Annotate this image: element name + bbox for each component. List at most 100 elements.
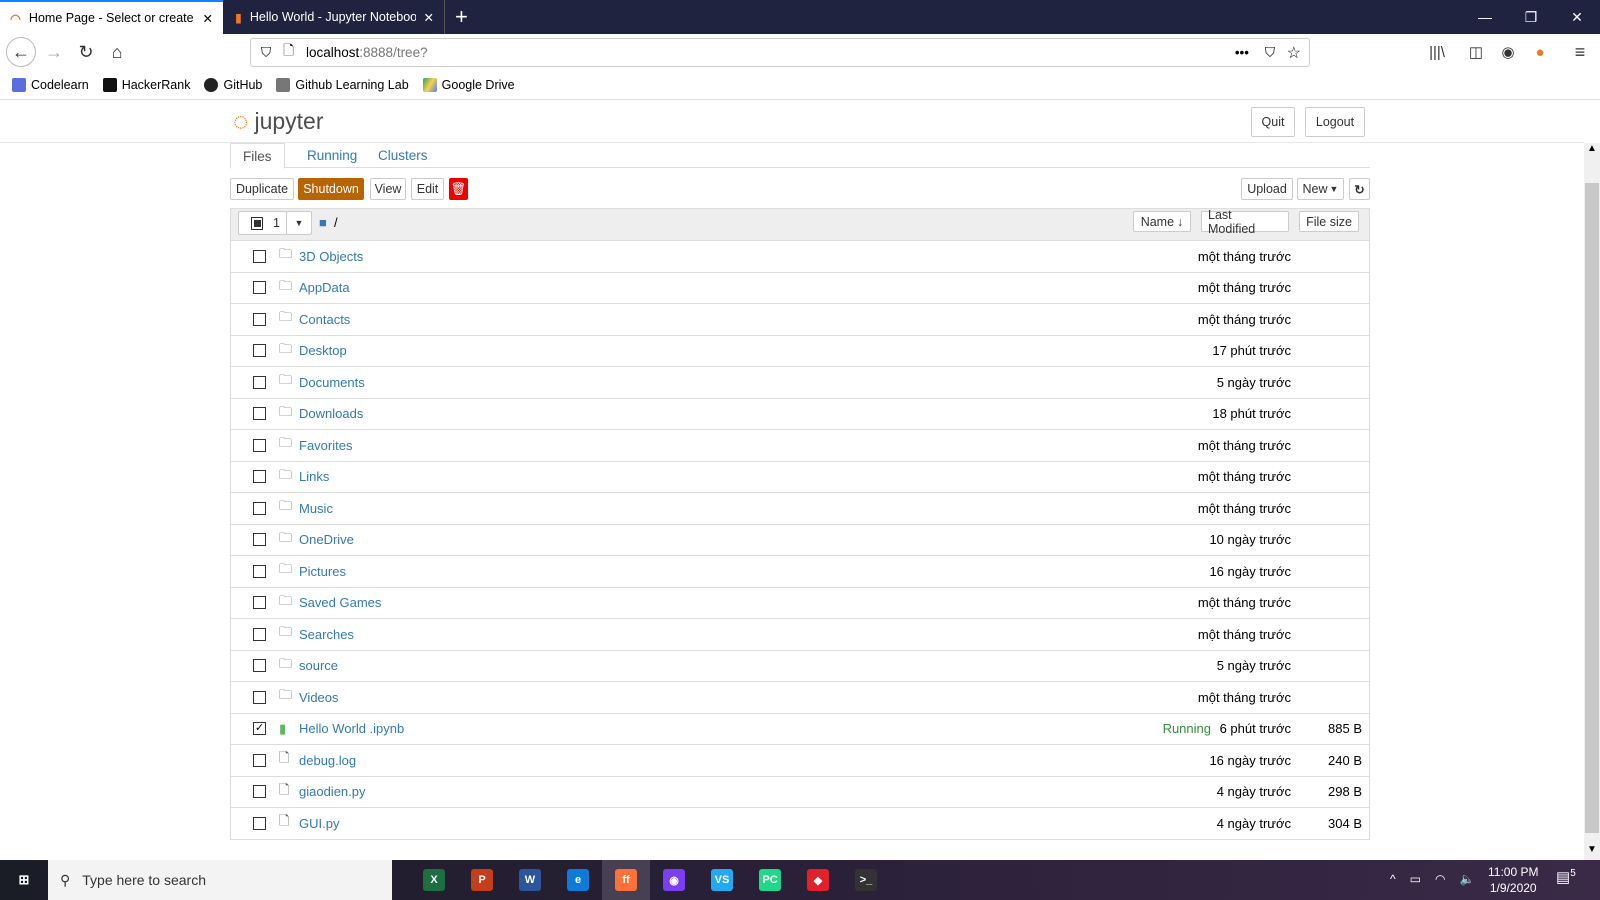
row-checkbox[interactable]: [253, 627, 266, 641]
powerpoint-taskbar-icon[interactable]: P: [458, 860, 506, 900]
extension-icon[interactable]: ●: [1526, 38, 1554, 66]
close-tab-icon[interactable]: ✕: [424, 10, 434, 25]
delete-trash-button[interactable]: 🗑: [449, 178, 468, 200]
file-name-link[interactable]: debug.log: [299, 753, 356, 768]
file-row[interactable]: 🗀 Documents 5 ngày trước: [230, 367, 1370, 399]
bookmark-codelearn[interactable]: Codelearn: [12, 77, 89, 92]
file-row[interactable]: 🗀 Downloads 18 phút trước: [230, 398, 1370, 431]
quit-button[interactable]: Quit: [1251, 107, 1295, 137]
bookmark-github[interactable]: GitHub: [204, 77, 262, 92]
close-tab-icon[interactable]: ✕: [203, 11, 213, 26]
file-name-link[interactable]: giaodien.py: [299, 784, 366, 799]
view-button[interactable]: View: [370, 178, 406, 200]
file-name-link[interactable]: Contacts: [299, 312, 350, 327]
firefox-taskbar-icon[interactable]: ff: [602, 860, 650, 900]
volume-icon[interactable]: 🔈: [1459, 872, 1474, 886]
garena-taskbar-icon[interactable]: ◆: [794, 860, 842, 900]
taskbar-clock[interactable]: 11:00 PM 1/9/2020: [1488, 864, 1538, 896]
shutdown-button[interactable]: Shutdown: [298, 178, 364, 200]
windows-start-icon[interactable]: ⊞: [0, 860, 48, 900]
file-name-link[interactable]: Links: [299, 469, 329, 484]
jupyter-logo[interactable]: ◌ jupyter: [233, 106, 324, 137]
taskbar-search-box[interactable]: ⚲ Type here to search: [48, 860, 392, 900]
file-row[interactable]: 🗋 GUI.py 4 ngày trước 304 B: [230, 808, 1370, 840]
tab-running[interactable]: Running: [295, 143, 369, 168]
file-row[interactable]: 🗀 Desktop 17 phút trước: [230, 335, 1370, 368]
row-checkbox[interactable]: [253, 501, 266, 515]
row-checkbox[interactable]: [253, 564, 266, 578]
row-checkbox[interactable]: [253, 816, 266, 830]
sort-last-modified-button[interactable]: Last Modified: [1201, 208, 1289, 236]
file-name-link[interactable]: GUI.py: [299, 816, 339, 831]
edit-button[interactable]: Edit: [411, 178, 444, 200]
scroll-down-icon[interactable]: ▼: [1584, 844, 1600, 860]
row-checkbox[interactable]: [253, 312, 266, 326]
file-row[interactable]: 🗀 OneDrive 10 ngày trước: [230, 524, 1370, 557]
file-name-link[interactable]: Downloads: [299, 406, 363, 421]
file-name-link[interactable]: AppData: [299, 280, 350, 295]
sidebar-icon[interactable]: ◫: [1462, 38, 1490, 66]
bookmark-star-icon[interactable]: ☆: [1287, 43, 1301, 63]
scrollbar[interactable]: ▲ ▼: [1584, 143, 1600, 860]
tor-taskbar-icon[interactable]: ◉: [650, 860, 698, 900]
select-dropdown-button[interactable]: ▼: [286, 211, 312, 235]
row-checkbox[interactable]: [253, 753, 266, 767]
file-name-link[interactable]: source: [299, 658, 338, 673]
file-row[interactable]: 🗀 Favorites một tháng trước: [230, 430, 1370, 462]
file-row[interactable]: 🗀 Searches một tháng trước: [230, 619, 1370, 651]
select-all-checkbox[interactable]: 1: [238, 211, 287, 235]
file-name-link[interactable]: Music: [299, 501, 333, 516]
browser-tab-notebook[interactable]: ▮ Hello World - Jupyter Notebook ✕: [225, 0, 445, 34]
file-row[interactable]: 🗀 Music một tháng trước: [230, 493, 1370, 525]
row-checkbox[interactable]: [253, 344, 266, 358]
terminal-taskbar-icon[interactable]: >_: [842, 860, 890, 900]
pycharm-taskbar-icon[interactable]: PC: [746, 860, 794, 900]
row-checkbox[interactable]: [253, 690, 266, 704]
home-icon[interactable]: ⌂: [103, 38, 131, 66]
file-row[interactable]: 🗀 Pictures 16 ngày trước: [230, 556, 1370, 588]
file-row[interactable]: 🗀 Contacts một tháng trước: [230, 304, 1370, 336]
reload-icon[interactable]: ↻: [72, 38, 100, 66]
file-name-link[interactable]: Videos: [299, 690, 339, 705]
back-icon[interactable]: ←: [6, 37, 36, 67]
scroll-up-icon[interactable]: ▲: [1584, 143, 1600, 159]
library-icon[interactable]: |||\: [1423, 38, 1451, 66]
file-row[interactable]: 🗀 3D Objects một tháng trước: [230, 241, 1370, 273]
restore-icon[interactable]: ❐: [1508, 0, 1554, 34]
file-row[interactable]: 🗀 source 5 ngày trước: [230, 650, 1370, 683]
upload-button[interactable]: Upload: [1241, 178, 1293, 200]
edge-taskbar-icon[interactable]: e: [554, 860, 602, 900]
file-name-link[interactable]: Hello World .ipynb: [299, 721, 404, 736]
row-checkbox[interactable]: [253, 659, 266, 673]
file-name-link[interactable]: Documents: [299, 375, 365, 390]
row-checkbox[interactable]: [253, 533, 266, 547]
chevron-up-icon[interactable]: ^: [1390, 872, 1396, 886]
tab-files[interactable]: Files: [230, 143, 285, 169]
file-name-link[interactable]: OneDrive: [299, 532, 354, 547]
more-icon[interactable]: •••: [1235, 45, 1249, 60]
vscode-taskbar-icon[interactable]: VS: [698, 860, 746, 900]
row-checkbox[interactable]: [253, 785, 266, 799]
notification-center-icon[interactable]: ▤5: [1556, 868, 1576, 886]
tab-clusters[interactable]: Clusters: [366, 143, 440, 168]
bookmark-github-learning-lab[interactable]: Github Learning Lab: [276, 77, 409, 92]
file-name-link[interactable]: Searches: [299, 627, 354, 642]
file-name-link[interactable]: Favorites: [299, 438, 352, 453]
breadcrumb-root[interactable]: /: [334, 215, 338, 230]
row-checkbox[interactable]: [253, 249, 266, 263]
logout-button[interactable]: Logout: [1305, 107, 1365, 137]
browser-tab-home[interactable]: ◠ Home Page - Select or create a ✕: [0, 0, 223, 34]
forward-icon[interactable]: →: [40, 38, 68, 66]
row-checkbox[interactable]: [253, 407, 266, 421]
file-name-link[interactable]: Saved Games: [299, 595, 381, 610]
file-row[interactable]: 🗋 giaodien.py 4 ngày trước 298 B: [230, 776, 1370, 809]
bookmark-google-drive[interactable]: Google Drive: [422, 77, 515, 92]
duplicate-button[interactable]: Duplicate: [230, 178, 294, 200]
sort-name-button[interactable]: Name ↓: [1133, 211, 1191, 232]
minimize-icon[interactable]: —: [1462, 0, 1508, 34]
refresh-button[interactable]: ↻: [1349, 178, 1370, 200]
row-checkbox[interactable]: [253, 375, 266, 389]
file-row[interactable]: 🗀 Saved Games một tháng trước: [230, 587, 1370, 620]
row-checkbox[interactable]: [253, 281, 266, 295]
word-taskbar-icon[interactable]: W: [506, 860, 554, 900]
